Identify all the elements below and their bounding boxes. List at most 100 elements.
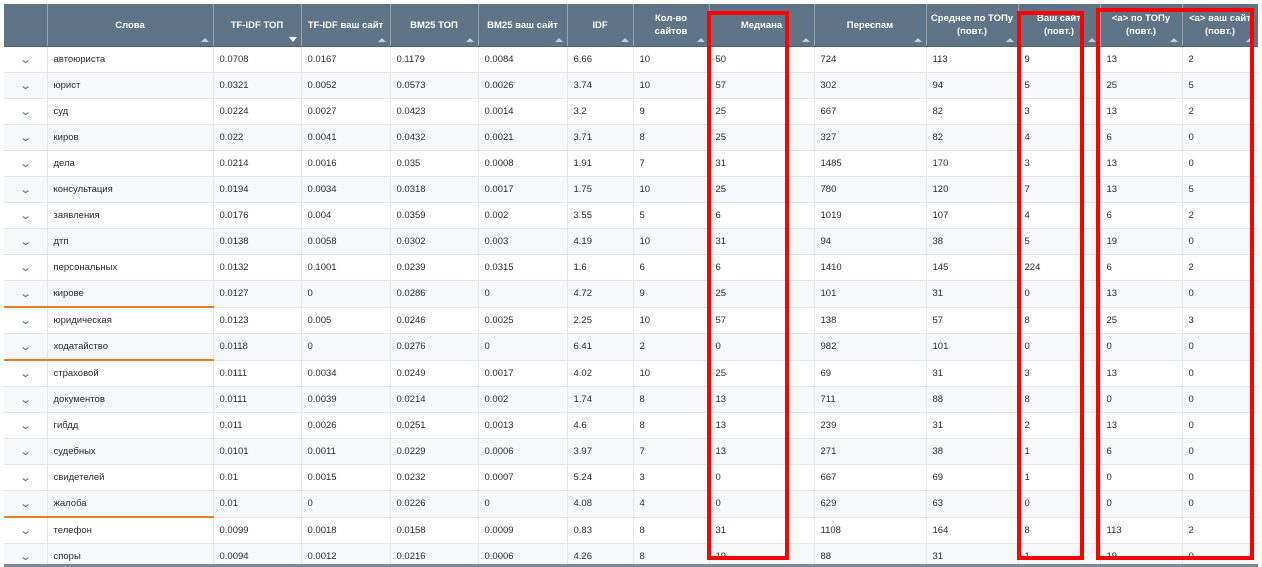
expand-cell[interactable]: ⌄ bbox=[4, 490, 48, 518]
expand-cell[interactable]: ⌄ bbox=[4, 280, 48, 308]
expand-cell[interactable]: ⌄ bbox=[4, 124, 48, 151]
table-row[interactable]: ⌄ документов 0.0111 0.0039 0.0214 0.002 1.74 8 1… bbox=[4, 386, 1258, 413]
sort-asc-icon[interactable] bbox=[465, 38, 474, 42]
sort-asc-icon[interactable] bbox=[1087, 38, 1096, 42]
sort-asc-icon[interactable] bbox=[1005, 38, 1014, 42]
cell-spam: 780 bbox=[814, 176, 927, 203]
table-row[interactable]: ⌄ гибдд 0.011 0.0026 0.0251 0.0013 4.6 8 13 239 31… bbox=[4, 412, 1258, 439]
expand-cell[interactable]: ⌄ bbox=[4, 438, 48, 465]
cell-avg-top: 145 bbox=[926, 254, 1019, 281]
column-header-idf[interactable]: IDF bbox=[567, 4, 634, 47]
column-header-median[interactable]: Медиана bbox=[709, 4, 815, 47]
chevron-down-icon[interactable]: ⌄ bbox=[19, 419, 32, 432]
column-header-a-site[interactable]: <a> ваш сайт (повт.) bbox=[1182, 4, 1258, 47]
column-header-bm25-top[interactable]: BM25 ТОП bbox=[390, 4, 479, 47]
table-row[interactable]: ⌄ страховой 0.0111 0.0034 0.0249 0.0017 4.02 10… bbox=[4, 360, 1258, 387]
cell-idf: 1.75 bbox=[567, 176, 634, 203]
table-row[interactable]: ⌄ юрист 0.0321 0.0052 0.0573 0.0026 3.74 10 57 30… bbox=[4, 72, 1258, 99]
expand-cell[interactable]: ⌄ bbox=[4, 360, 48, 387]
expand-cell[interactable]: ⌄ bbox=[4, 386, 48, 413]
sort-asc-icon[interactable] bbox=[1245, 38, 1254, 42]
column-header-your-site[interactable]: Ваш сайт (повт.) bbox=[1018, 4, 1101, 47]
table-row[interactable]: ⌄ суд 0.0224 0.0027 0.0423 0.0014 3.2 9 25 667 82 3… bbox=[4, 98, 1258, 125]
table-row[interactable]: ⌄ юридическая 0.0123 0.005 0.0246 0.0025 2.25 1… bbox=[4, 307, 1258, 334]
chevron-down-icon[interactable]: ⌄ bbox=[19, 340, 32, 353]
chevron-down-icon[interactable]: ⌄ bbox=[19, 105, 32, 118]
expand-cell[interactable]: ⌄ bbox=[4, 464, 48, 491]
cell-your-site: 3 bbox=[1018, 360, 1101, 387]
column-header-tfidf-site[interactable]: TF-IDF ваш сайт bbox=[301, 4, 391, 47]
sort-asc-icon[interactable] bbox=[620, 38, 629, 42]
expand-cell[interactable]: ⌄ bbox=[4, 412, 48, 439]
cell-a-top: 19 bbox=[1100, 228, 1183, 255]
sort-asc-icon[interactable] bbox=[1169, 38, 1178, 42]
expand-cell[interactable]: ⌄ bbox=[4, 46, 48, 73]
expand-cell[interactable]: ⌄ bbox=[4, 307, 48, 334]
expand-cell[interactable]: ⌄ bbox=[4, 517, 48, 544]
chevron-down-icon[interactable]: ⌄ bbox=[19, 445, 32, 458]
expand-cell[interactable]: ⌄ bbox=[4, 150, 48, 177]
chevron-down-icon[interactable]: ⌄ bbox=[19, 287, 32, 300]
table-row[interactable]: ⌄ кирове 0.0127 0 0.0286 0 4.72 9 25 101 31 0 13 0 bbox=[4, 280, 1258, 308]
expand-cell[interactable]: ⌄ bbox=[4, 333, 48, 361]
expand-cell[interactable]: ⌄ bbox=[4, 202, 48, 229]
column-header-tfidf-top[interactable]: TF-IDF ТОП bbox=[213, 4, 302, 47]
column-header-avg-top[interactable]: Среднее по ТОПу (повт.) bbox=[926, 4, 1019, 47]
table-row[interactable]: ⌄ заявления 0.0176 0.004 0.0359 0.002 3.55 5 6 10… bbox=[4, 202, 1258, 229]
sort-asc-icon[interactable] bbox=[200, 38, 209, 42]
chevron-down-icon[interactable]: ⌄ bbox=[19, 497, 32, 510]
chevron-down-icon[interactable]: ⌄ bbox=[19, 261, 32, 274]
column-header-sites[interactable]: Кол-во сайтов bbox=[633, 4, 710, 47]
sort-asc-icon[interactable] bbox=[554, 38, 563, 42]
chevron-down-icon[interactable]: ⌄ bbox=[19, 157, 32, 170]
chevron-down-icon[interactable]: ⌄ bbox=[19, 131, 32, 144]
chevron-down-icon[interactable]: ⌄ bbox=[19, 367, 32, 380]
cell-bm25-top: 0.0302 bbox=[390, 228, 479, 255]
column-header-a-top[interactable]: <a> по ТОПу (повт.) bbox=[1100, 4, 1183, 47]
table-row[interactable]: ⌄ консультация 0.0194 0.0034 0.0318 0.0017 1.7… bbox=[4, 176, 1258, 203]
cell-bm25-site: 0 bbox=[478, 333, 568, 361]
table-row[interactable]: ⌄ автоюриста 0.0708 0.0167 0.1179 0.0084 6.66 1… bbox=[4, 46, 1258, 73]
chevron-down-icon[interactable]: ⌄ bbox=[19, 471, 32, 484]
table-row[interactable]: ⌄ дтп 0.0138 0.0058 0.0302 0.003 4.19 10 31 94 38 5… bbox=[4, 228, 1258, 255]
chevron-down-icon[interactable]: ⌄ bbox=[19, 209, 32, 222]
cell-spam: 327 bbox=[814, 124, 927, 151]
table-row[interactable]: ⌄ ходатайство 0.0118 0 0.0276 0 6.41 2 0 982 101 0 0… bbox=[4, 333, 1258, 361]
table-row[interactable]: ⌄ киров 0.022 0.0041 0.0432 0.0021 3.71 8 25 327 8… bbox=[4, 124, 1258, 151]
chevron-down-icon[interactable]: ⌄ bbox=[19, 314, 32, 327]
column-header-label: Среднее по ТОПу (повт.) bbox=[930, 13, 1014, 37]
chevron-down-icon[interactable]: ⌄ bbox=[19, 550, 32, 563]
sort-asc-icon[interactable] bbox=[696, 38, 705, 42]
sort-asc-icon[interactable] bbox=[377, 38, 386, 42]
chevron-down-icon[interactable]: ⌄ bbox=[19, 53, 32, 66]
expand-cell[interactable]: ⌄ bbox=[4, 98, 48, 125]
cell-bm25-site: 0.002 bbox=[478, 202, 568, 229]
chevron-down-icon[interactable]: ⌄ bbox=[19, 183, 32, 196]
cell-avg-top: 120 bbox=[926, 176, 1019, 203]
chevron-down-icon[interactable]: ⌄ bbox=[19, 524, 32, 537]
table-row[interactable]: ⌄ судебных 0.0101 0.0011 0.0229 0.0006 3.97 7 13… bbox=[4, 438, 1258, 465]
chevron-down-icon[interactable]: ⌄ bbox=[19, 79, 32, 92]
chevron-down-icon[interactable]: ⌄ bbox=[19, 235, 32, 248]
cell-a-site: 0 bbox=[1182, 412, 1258, 439]
chevron-down-icon[interactable]: ⌄ bbox=[19, 393, 32, 406]
column-header-spam[interactable]: Переспам bbox=[814, 4, 927, 47]
cell-avg-top: 170 bbox=[926, 150, 1019, 177]
expand-cell[interactable]: ⌄ bbox=[4, 254, 48, 281]
sort-asc-icon[interactable] bbox=[801, 38, 810, 42]
sort-desc-icon[interactable] bbox=[288, 37, 297, 42]
table-row[interactable]: ⌄ жалоба 0.01 0 0.0226 0 4.08 4 0 629 63 0 0 0 bbox=[4, 490, 1258, 518]
cell-tfidf-top: 0.0111 bbox=[213, 360, 302, 387]
cell-spam: 982 bbox=[814, 333, 927, 361]
column-header-word[interactable]: Слова bbox=[47, 4, 214, 47]
table-row[interactable]: ⌄ свидетелей 0.01 0.0015 0.0232 0.0007 5.24 3 0 6… bbox=[4, 464, 1258, 491]
expand-cell[interactable]: ⌄ bbox=[4, 176, 48, 203]
expand-cell[interactable]: ⌄ bbox=[4, 72, 48, 99]
table-row[interactable]: ⌄ персональных 0.0132 0.1001 0.0239 0.0315 1.6… bbox=[4, 254, 1258, 281]
expand-cell[interactable]: ⌄ bbox=[4, 228, 48, 255]
column-header-bm25-site[interactable]: BM25 ваш сайт bbox=[478, 4, 568, 47]
column-header-label: <a> по ТОПу (повт.) bbox=[1111, 13, 1171, 37]
table-row[interactable]: ⌄ дела 0.0214 0.0016 0.035 0.0008 1.91 7 31 1485 1… bbox=[4, 150, 1258, 177]
sort-asc-icon[interactable] bbox=[913, 38, 922, 42]
table-row[interactable]: ⌄ телефон 0.0099 0.0018 0.0158 0.0009 0.83 8 31 1… bbox=[4, 517, 1258, 544]
